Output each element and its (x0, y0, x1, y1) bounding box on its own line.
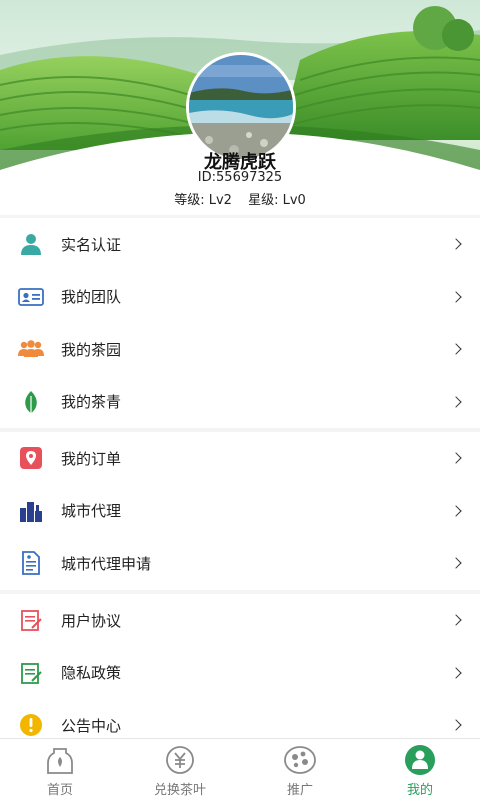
yuan-coin-icon (164, 744, 196, 776)
chevron-right-icon (450, 238, 462, 250)
menu-item-my-orders[interactable]: 我的订单 (0, 432, 480, 485)
leaf-icon (18, 389, 44, 415)
star-level-text: 星级: Lv0 (248, 193, 306, 208)
notice-icon (18, 712, 44, 738)
bottom-tab-bar: 首页 兑换茶叶 推广 我的 (0, 738, 480, 800)
location-pin-icon (18, 445, 44, 471)
menu-item-my-tea-garden[interactable]: 我的茶园 (0, 323, 480, 376)
tab-label: 推广 (286, 783, 313, 798)
document-icon (18, 550, 44, 576)
menu-label: 用户协议 (61, 611, 122, 630)
chevron-right-icon (450, 452, 462, 464)
tab-mine[interactable]: 我的 (360, 739, 480, 800)
menu-group-account: 实名认证 我的团队 我的茶园 我的茶青 (0, 218, 480, 428)
menu-group-orders: 我的订单 城市代理 城市代理申请 (0, 432, 480, 590)
agreement-icon (18, 607, 44, 633)
chevron-right-icon (450, 291, 462, 303)
menu-label: 我的茶园 (61, 340, 122, 359)
menu-group-info: 用户协议 隐私政策 公告中心 (0, 594, 480, 752)
tab-label: 首页 (46, 783, 73, 798)
policy-icon (18, 660, 44, 686)
chevron-right-icon (450, 667, 462, 679)
menu-label: 隐私政策 (61, 664, 122, 683)
menu-item-real-name[interactable]: 实名认证 (0, 218, 480, 271)
person-icon (18, 231, 44, 257)
level-info: 等级: Lv2 星级: Lv0 (0, 189, 480, 208)
tab-exchange-tea[interactable]: 兑换茶叶 (120, 739, 240, 800)
menu-label: 实名认证 (61, 235, 122, 254)
menu-item-city-agent[interactable]: 城市代理 (0, 485, 480, 538)
menu-label: 我的订单 (61, 449, 122, 468)
avatar[interactable] (186, 52, 296, 162)
menu-label: 城市代理申请 (61, 554, 152, 573)
tab-label: 兑换茶叶 (153, 783, 206, 798)
chevron-right-icon (450, 614, 462, 626)
group-icon (18, 336, 44, 362)
menu-label: 我的茶青 (61, 393, 122, 412)
buildings-icon (18, 498, 44, 524)
menu-label: 我的团队 (61, 288, 122, 307)
menu-item-user-agreement[interactable]: 用户协议 (0, 594, 480, 647)
tab-label: 我的 (406, 783, 433, 798)
menu-label: 公告中心 (61, 716, 122, 735)
tab-home[interactable]: 首页 (0, 739, 120, 800)
chevron-right-icon (450, 505, 462, 517)
profile-header: 龙腾虎跃 ID:55697325 等级: Lv2 星级: Lv0 (0, 0, 480, 215)
tab-promote[interactable]: 推广 (240, 739, 360, 800)
menu-item-my-tea-leaves[interactable]: 我的茶青 (0, 376, 480, 429)
user-id: ID:55697325 (197, 170, 283, 185)
home-jar-icon (44, 744, 76, 776)
menu-item-city-agent-apply[interactable]: 城市代理申请 (0, 537, 480, 590)
level-text: 等级: Lv2 (174, 193, 232, 208)
id-card-icon (18, 284, 44, 310)
user-icon (404, 744, 436, 776)
share-dots-icon (284, 744, 316, 776)
chevron-right-icon (450, 396, 462, 408)
chevron-right-icon (450, 343, 462, 355)
menu-item-my-team[interactable]: 我的团队 (0, 271, 480, 324)
menu-item-privacy-policy[interactable]: 隐私政策 (0, 647, 480, 700)
menu-label: 城市代理 (61, 502, 122, 521)
chevron-right-icon (450, 557, 462, 569)
chevron-right-icon (450, 719, 462, 731)
